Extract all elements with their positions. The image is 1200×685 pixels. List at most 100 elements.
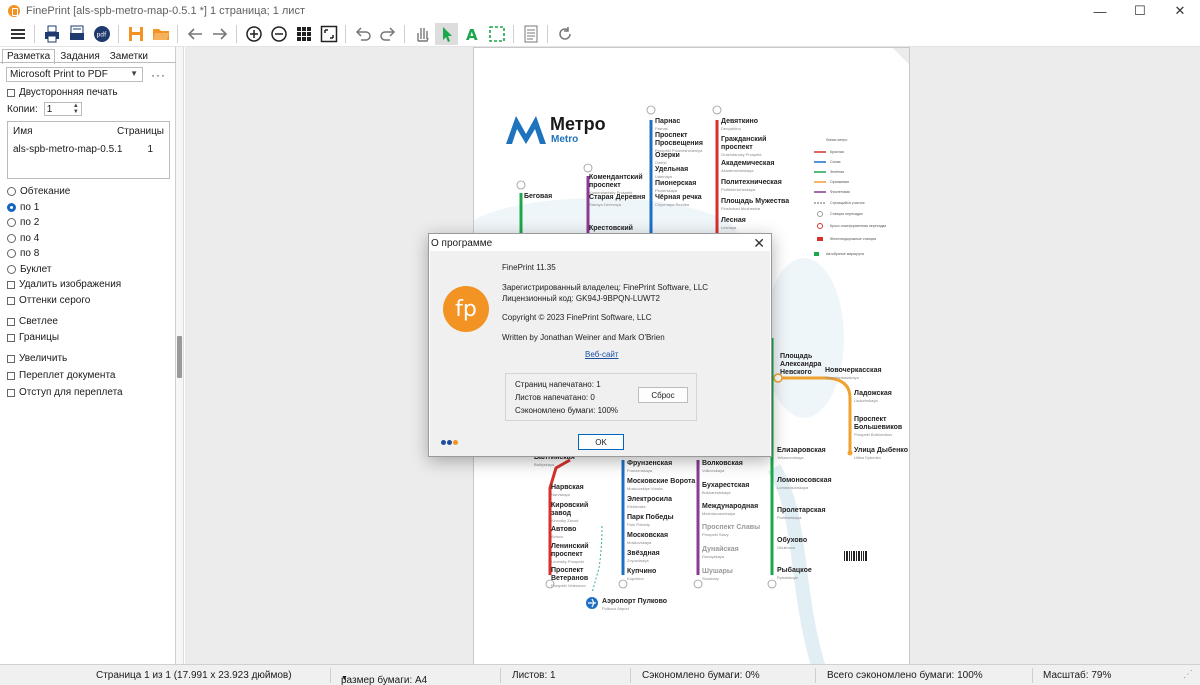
binding-checkbox[interactable]: Переплет документа xyxy=(7,370,115,381)
checkbox-label: Отступ для переплета xyxy=(19,387,123,398)
redo-icon[interactable] xyxy=(376,23,399,45)
stats-group: Страниц напечатано: 1 Листов напечатано:… xyxy=(505,373,697,421)
hand-icon[interactable] xyxy=(410,23,433,45)
station-label: Площадь Мужества Ploshchad Muzhestva xyxy=(721,198,790,211)
station-label: Академическая Akademicheskaya xyxy=(721,160,775,173)
remove-images-checkbox[interactable]: Удалить изображения xyxy=(7,279,121,290)
station-label: Нарвская Narvskaya xyxy=(551,484,584,497)
radio-wrap[interactable]: Обтекание xyxy=(7,186,70,197)
save-icon[interactable] xyxy=(124,23,147,45)
checkbox-label: Увеличить xyxy=(19,353,68,364)
open-folder-icon[interactable] xyxy=(149,23,172,45)
jobs-table: Имя Страницы als-spb-metro-map-0.5.1 1 xyxy=(7,121,170,179)
ok-button[interactable]: OK xyxy=(578,434,624,450)
zoom-in-icon[interactable] xyxy=(242,23,265,45)
station-label: Шушары Shushary xyxy=(702,568,733,581)
undo-icon[interactable] xyxy=(351,23,374,45)
radio-2up[interactable]: по 2 xyxy=(7,217,39,228)
station-label: Ленинский проспект Leninsky Prospekt xyxy=(551,543,589,564)
window-title: FinePrint [als-spb-metro-map-0.5.1 *] 1 … xyxy=(26,5,305,17)
dialog-close-button[interactable]: ✕ xyxy=(753,235,765,252)
fit-page-icon[interactable] xyxy=(317,23,340,45)
splitter-grip[interactable] xyxy=(177,336,182,378)
pdf-icon[interactable]: pdf xyxy=(90,23,113,45)
radio-4up[interactable]: по 4 xyxy=(7,233,39,244)
enlarge-checkbox[interactable]: Увеличить xyxy=(7,353,67,364)
radio-8up[interactable]: по 8 xyxy=(7,248,39,259)
station-label: Проспект Большевиков Prospekt Bolshevikov xyxy=(854,416,903,437)
spin-down-icon[interactable]: ▼ xyxy=(73,109,79,115)
close-window-button[interactable]: ✕ xyxy=(1160,0,1200,22)
about-dialog: О программе ✕ fp FinePrint 11.35 Зарегис… xyxy=(428,233,772,457)
refresh-icon[interactable] xyxy=(553,23,576,45)
copies-stepper[interactable]: 1 ▲ ▼ xyxy=(43,102,82,116)
legend-item: Автобусные маршруты xyxy=(826,252,865,256)
more-options-button[interactable]: ··· xyxy=(151,68,166,82)
checkbox-label: Светлее xyxy=(19,316,58,327)
station-label: Дунайская Dunayskaya xyxy=(702,546,739,559)
radio-label: по 4 xyxy=(20,233,40,244)
status-bar: Страница 1 из 1 (17.991 x 23.923 дюймов)… xyxy=(0,664,1200,685)
menu-icon[interactable] xyxy=(6,23,29,45)
station-label: Озерки Ozerki xyxy=(655,152,680,165)
station-label: Пионерская Pionerskaya xyxy=(655,180,697,193)
select-pointer-icon[interactable] xyxy=(435,23,458,45)
station-label: Рыбацкое Rybatskoye xyxy=(777,567,812,580)
legend-title: Линии метро xyxy=(826,138,848,142)
left-panel: Разметка Задания Заметки Microsoft Print… xyxy=(0,47,176,664)
station-label: Лесная Lesnaya xyxy=(721,217,746,230)
station-label: Старая Деревня Staraya Derevnya xyxy=(589,194,646,207)
panel-splitter[interactable] xyxy=(176,47,184,664)
job-pages: 1 xyxy=(147,144,153,155)
station-label: Улица Дыбенко Ulitsa Dybenko xyxy=(854,447,908,460)
radio-booklet[interactable]: Буклет xyxy=(7,264,51,275)
station-label: Купчино Kupchino xyxy=(627,568,657,581)
forward-arrow-icon[interactable] xyxy=(208,23,231,45)
back-arrow-icon[interactable] xyxy=(183,23,206,45)
total-saved-status: Всего сэкономлено бумаги: 100% xyxy=(827,670,983,681)
gutter-checkbox[interactable]: Отступ для переплета xyxy=(7,387,123,398)
duplex-label: Двусторонняя печать xyxy=(19,87,118,98)
zoom-out-icon[interactable] xyxy=(267,23,290,45)
resize-grip-icon[interactable]: ⋰ xyxy=(1183,669,1193,680)
text-icon[interactable]: A xyxy=(460,23,483,45)
svg-text:pdf: pdf xyxy=(96,32,107,39)
radio-label: по 2 xyxy=(20,217,40,228)
station-label: Комендантский проспект Komendantsky Prosp… xyxy=(589,174,643,195)
sheets-printed: Листов напечатано: 0 xyxy=(515,393,595,402)
printer-settings-icon[interactable] xyxy=(65,23,88,45)
grid-view-icon[interactable] xyxy=(292,23,315,45)
teal-line xyxy=(591,525,603,594)
duplex-checkbox[interactable]: Двусторонняя печать xyxy=(7,87,118,98)
radio-label: по 1 xyxy=(20,202,40,213)
barcode-icon xyxy=(844,551,867,561)
station-label: Крестовский xyxy=(589,225,633,232)
crop-icon[interactable] xyxy=(485,23,508,45)
legend-item: Кросс-платформенная пересадка xyxy=(830,224,887,228)
checkbox-label: Границы xyxy=(19,332,59,343)
legend-item: Фиолетовая xyxy=(830,190,851,194)
document-icon[interactable] xyxy=(519,23,542,45)
reset-button[interactable]: Сброс xyxy=(638,387,688,403)
legend-item: Оранжевая xyxy=(830,180,849,184)
borders-checkbox[interactable]: Границы xyxy=(7,332,59,343)
print-icon[interactable] xyxy=(40,23,63,45)
dialog-title: О программе xyxy=(431,238,493,249)
grayscale-checkbox[interactable]: Оттенки серого xyxy=(7,295,90,306)
station-label: Ломоносовская Lomonosovskaya xyxy=(777,477,832,490)
radio-1up[interactable]: по 1 xyxy=(7,202,39,213)
lighter-checkbox[interactable]: Светлее xyxy=(7,316,58,327)
copies-label: Копии: xyxy=(7,103,38,115)
legend-swatches xyxy=(814,151,826,256)
printer-name: Microsoft Print to PDF xyxy=(10,69,108,80)
table-row[interactable]: als-spb-metro-map-0.5.1 1 xyxy=(8,137,169,155)
station-label: Обухово Obukhovo xyxy=(777,537,808,550)
minimize-button[interactable]: — xyxy=(1080,0,1120,22)
station-label: Гражданский проспект Grazhdansky Prospekt xyxy=(721,136,767,157)
printer-select[interactable]: Microsoft Print to PDF ▼ xyxy=(6,67,143,82)
station-label: Ладожская Ladozhskaya xyxy=(854,390,892,403)
maximize-button[interactable]: ☐ xyxy=(1120,0,1160,22)
page-info: Страница 1 из 1 (17.991 x 23.923 дюймов) xyxy=(96,670,292,681)
station-label: Политехническая Politekhnicheskaya xyxy=(721,179,782,192)
website-link[interactable]: Веб-сайт xyxy=(585,350,619,359)
